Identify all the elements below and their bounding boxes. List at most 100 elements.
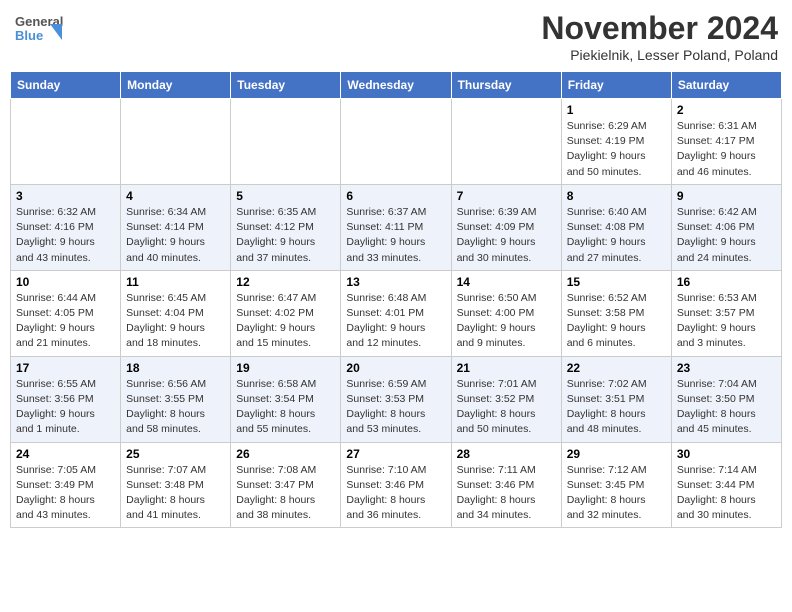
day-info: Sunrise: 7:12 AM Sunset: 3:45 PM Dayligh…: [567, 463, 666, 524]
calendar-cell: 13 Sunrise: 6:48 AM Sunset: 4:01 PM Dayli…: [341, 270, 451, 356]
day-number: 5: [236, 189, 335, 203]
calendar-week-row: 3 Sunrise: 6:32 AM Sunset: 4:16 PM Daylig…: [11, 184, 782, 270]
day-info: Sunrise: 6:40 AM Sunset: 4:08 PM Dayligh…: [567, 205, 666, 266]
day-info: Sunrise: 6:37 AM Sunset: 4:11 PM Dayligh…: [346, 205, 445, 266]
calendar-cell: 25 Sunrise: 7:07 AM Sunset: 3:48 PM Dayli…: [121, 442, 231, 528]
day-info: Sunrise: 7:07 AM Sunset: 3:48 PM Dayligh…: [126, 463, 225, 524]
day-number: 4: [126, 189, 225, 203]
calendar-week-row: 1Sunrise: 6:29 AM Sunset: 4:19 PM Daylig…: [11, 99, 782, 185]
calendar-cell: 8 Sunrise: 6:40 AM Sunset: 4:08 PM Daylig…: [561, 184, 671, 270]
calendar-cell: 3 Sunrise: 6:32 AM Sunset: 4:16 PM Daylig…: [11, 184, 121, 270]
page-header: General Blue November 2024 Piekielnik, L…: [10, 10, 782, 63]
calendar-cell: [121, 99, 231, 185]
day-number: 3: [16, 189, 115, 203]
day-info: Sunrise: 6:47 AM Sunset: 4:02 PM Dayligh…: [236, 291, 335, 352]
day-number: 2: [677, 103, 776, 117]
calendar-week-row: 10 Sunrise: 6:44 AM Sunset: 4:05 PM Dayli…: [11, 270, 782, 356]
calendar-cell: 21 Sunrise: 7:01 AM Sunset: 3:52 PM Dayli…: [451, 356, 561, 442]
calendar-cell: 15 Sunrise: 6:52 AM Sunset: 3:58 PM Dayli…: [561, 270, 671, 356]
day-number: 19: [236, 361, 335, 375]
day-number: 17: [16, 361, 115, 375]
day-header-thursday: Thursday: [451, 72, 561, 99]
day-info: Sunrise: 7:14 AM Sunset: 3:44 PM Dayligh…: [677, 463, 776, 524]
day-info: Sunrise: 7:02 AM Sunset: 3:51 PM Dayligh…: [567, 377, 666, 438]
calendar-cell: 12 Sunrise: 6:47 AM Sunset: 4:02 PM Dayli…: [231, 270, 341, 356]
main-title: November 2024: [541, 10, 778, 47]
day-info: Sunrise: 7:05 AM Sunset: 3:49 PM Dayligh…: [16, 463, 115, 524]
calendar-cell: 22 Sunrise: 7:02 AM Sunset: 3:51 PM Dayli…: [561, 356, 671, 442]
day-info: Sunrise: 7:10 AM Sunset: 3:46 PM Dayligh…: [346, 463, 445, 524]
calendar-cell: 5 Sunrise: 6:35 AM Sunset: 4:12 PM Daylig…: [231, 184, 341, 270]
logo: General Blue: [14, 10, 64, 50]
day-number: 10: [16, 275, 115, 289]
day-number: 6: [346, 189, 445, 203]
day-number: 15: [567, 275, 666, 289]
day-header-sunday: Sunday: [11, 72, 121, 99]
day-info: Sunrise: 6:39 AM Sunset: 4:09 PM Dayligh…: [457, 205, 556, 266]
day-number: 14: [457, 275, 556, 289]
day-number: 8: [567, 189, 666, 203]
calendar-cell: 24Sunrise: 7:05 AM Sunset: 3:49 PM Dayli…: [11, 442, 121, 528]
day-number: 23: [677, 361, 776, 375]
day-info: Sunrise: 6:58 AM Sunset: 3:54 PM Dayligh…: [236, 377, 335, 438]
day-number: 7: [457, 189, 556, 203]
day-header-friday: Friday: [561, 72, 671, 99]
day-number: 25: [126, 447, 225, 461]
calendar-cell: 26Sunrise: 7:08 AM Sunset: 3:47 PM Dayli…: [231, 442, 341, 528]
day-info: Sunrise: 6:44 AM Sunset: 4:05 PM Dayligh…: [16, 291, 115, 352]
day-info: Sunrise: 6:52 AM Sunset: 3:58 PM Dayligh…: [567, 291, 666, 352]
calendar-cell: 1Sunrise: 6:29 AM Sunset: 4:19 PM Daylig…: [561, 99, 671, 185]
day-number: 20: [346, 361, 445, 375]
calendar-table: SundayMondayTuesdayWednesdayThursdayFrid…: [10, 71, 782, 528]
day-number: 28: [457, 447, 556, 461]
subtitle: Piekielnik, Lesser Poland, Poland: [541, 47, 778, 63]
calendar-week-row: 17 Sunrise: 6:55 AM Sunset: 3:56 PM Dayli…: [11, 356, 782, 442]
day-number: 9: [677, 189, 776, 203]
day-info: Sunrise: 7:11 AM Sunset: 3:46 PM Dayligh…: [457, 463, 556, 524]
day-number: 16: [677, 275, 776, 289]
calendar-cell: 6 Sunrise: 6:37 AM Sunset: 4:11 PM Daylig…: [341, 184, 451, 270]
calendar-cell: 20 Sunrise: 6:59 AM Sunset: 3:53 PM Dayli…: [341, 356, 451, 442]
day-number: 30: [677, 447, 776, 461]
calendar-cell: 18Sunrise: 6:56 AM Sunset: 3:55 PM Dayli…: [121, 356, 231, 442]
day-number: 27: [346, 447, 445, 461]
day-info: Sunrise: 6:45 AM Sunset: 4:04 PM Dayligh…: [126, 291, 225, 352]
day-number: 12: [236, 275, 335, 289]
day-info: Sunrise: 7:08 AM Sunset: 3:47 PM Dayligh…: [236, 463, 335, 524]
day-info: Sunrise: 6:59 AM Sunset: 3:53 PM Dayligh…: [346, 377, 445, 438]
day-info: Sunrise: 6:48 AM Sunset: 4:01 PM Dayligh…: [346, 291, 445, 352]
calendar-cell: 7 Sunrise: 6:39 AM Sunset: 4:09 PM Daylig…: [451, 184, 561, 270]
calendar-header-row: SundayMondayTuesdayWednesdayThursdayFrid…: [11, 72, 782, 99]
day-number: 22: [567, 361, 666, 375]
calendar-cell: 10 Sunrise: 6:44 AM Sunset: 4:05 PM Dayli…: [11, 270, 121, 356]
calendar-cell: 16 Sunrise: 6:53 AM Sunset: 3:57 PM Dayli…: [671, 270, 781, 356]
calendar-cell: 27 Sunrise: 7:10 AM Sunset: 3:46 PM Dayli…: [341, 442, 451, 528]
title-block: November 2024 Piekielnik, Lesser Poland,…: [541, 10, 778, 63]
day-info: Sunrise: 7:04 AM Sunset: 3:50 PM Dayligh…: [677, 377, 776, 438]
svg-text:Blue: Blue: [15, 28, 43, 43]
day-info: Sunrise: 6:55 AM Sunset: 3:56 PM Dayligh…: [16, 377, 115, 438]
day-info: Sunrise: 7:01 AM Sunset: 3:52 PM Dayligh…: [457, 377, 556, 438]
calendar-cell: 30 Sunrise: 7:14 AM Sunset: 3:44 PM Dayli…: [671, 442, 781, 528]
day-number: 21: [457, 361, 556, 375]
day-header-tuesday: Tuesday: [231, 72, 341, 99]
day-header-wednesday: Wednesday: [341, 72, 451, 99]
calendar-cell: 17 Sunrise: 6:55 AM Sunset: 3:56 PM Dayli…: [11, 356, 121, 442]
logo-svg: General Blue: [14, 10, 64, 50]
day-info: Sunrise: 6:53 AM Sunset: 3:57 PM Dayligh…: [677, 291, 776, 352]
day-number: 18: [126, 361, 225, 375]
calendar-cell: 9 Sunrise: 6:42 AM Sunset: 4:06 PM Daylig…: [671, 184, 781, 270]
calendar-cell: 4 Sunrise: 6:34 AM Sunset: 4:14 PM Daylig…: [121, 184, 231, 270]
day-info: Sunrise: 6:42 AM Sunset: 4:06 PM Dayligh…: [677, 205, 776, 266]
calendar-cell: [11, 99, 121, 185]
calendar-cell: 19 Sunrise: 6:58 AM Sunset: 3:54 PM Dayli…: [231, 356, 341, 442]
day-info: Sunrise: 6:31 AM Sunset: 4:17 PM Dayligh…: [677, 119, 776, 180]
day-info: Sunrise: 6:32 AM Sunset: 4:16 PM Dayligh…: [16, 205, 115, 266]
day-info: Sunrise: 6:34 AM Sunset: 4:14 PM Dayligh…: [126, 205, 225, 266]
day-number: 13: [346, 275, 445, 289]
day-info: Sunrise: 6:35 AM Sunset: 4:12 PM Dayligh…: [236, 205, 335, 266]
calendar-cell: [341, 99, 451, 185]
day-header-monday: Monday: [121, 72, 231, 99]
calendar-cell: 11Sunrise: 6:45 AM Sunset: 4:04 PM Dayli…: [121, 270, 231, 356]
calendar-cell: 29Sunrise: 7:12 AM Sunset: 3:45 PM Dayli…: [561, 442, 671, 528]
